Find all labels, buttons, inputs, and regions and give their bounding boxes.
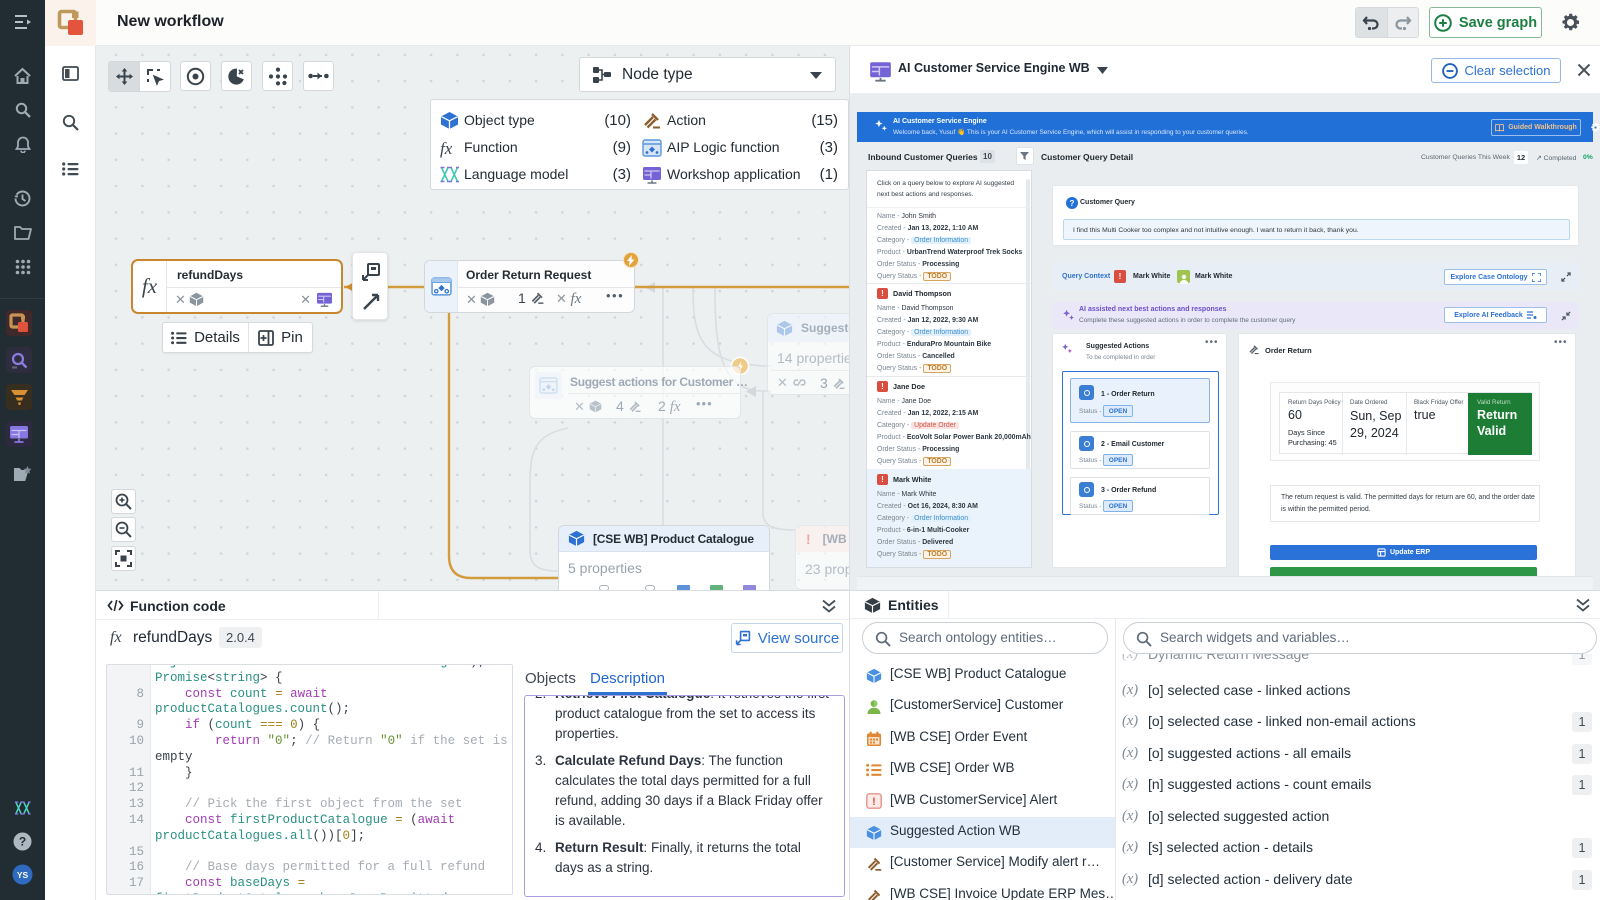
svg-text:?: ?: [19, 835, 26, 849]
svg-text:YS: YS: [17, 870, 29, 880]
svg-text:?: ?: [1070, 199, 1075, 208]
svg-text:!: !: [872, 796, 876, 808]
